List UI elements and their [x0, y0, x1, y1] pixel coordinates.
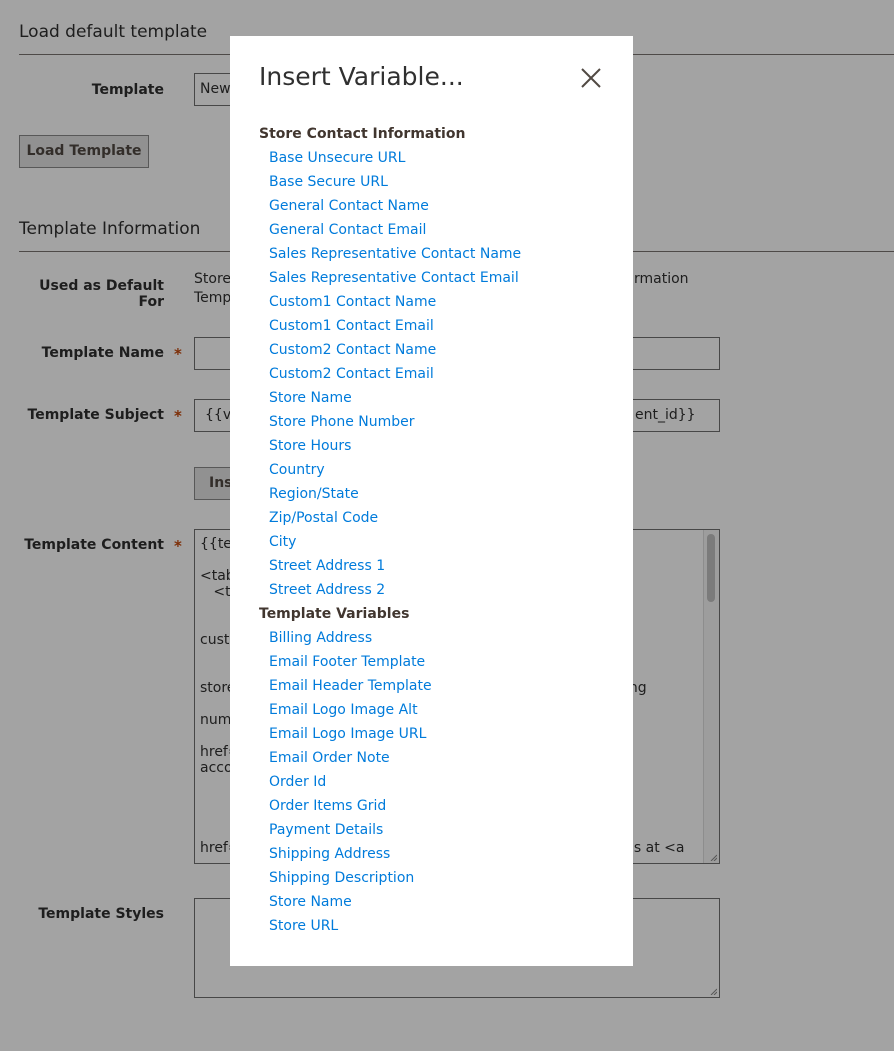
- variable-link[interactable]: Store Name: [269, 390, 352, 406]
- variable-link[interactable]: Shipping Description: [269, 870, 414, 886]
- variable-link[interactable]: Country: [269, 462, 325, 478]
- variable-link[interactable]: Custom2 Contact Name: [269, 342, 436, 358]
- variable-link[interactable]: Street Address 2: [269, 582, 385, 598]
- close-icon[interactable]: [579, 66, 603, 90]
- variable-link[interactable]: Region/State: [269, 486, 359, 502]
- insert-variable-modal: Insert Variable... Store Contact Informa…: [230, 36, 633, 966]
- variable-link[interactable]: General Contact Email: [269, 222, 426, 238]
- variable-link[interactable]: Store Name: [269, 894, 352, 910]
- variable-link[interactable]: Email Logo Image URL: [269, 726, 426, 742]
- variable-link[interactable]: Custom2 Contact Email: [269, 366, 434, 382]
- variable-link[interactable]: Email Footer Template: [269, 654, 425, 670]
- variable-link[interactable]: Store Hours: [269, 438, 351, 454]
- variable-link[interactable]: Base Secure URL: [269, 174, 388, 190]
- variable-link[interactable]: Order Items Grid: [269, 798, 386, 814]
- variable-link[interactable]: General Contact Name: [269, 198, 429, 214]
- variable-link[interactable]: Sales Representative Contact Email: [269, 270, 519, 286]
- variable-link[interactable]: Base Unsecure URL: [269, 150, 405, 166]
- variable-link[interactable]: Store URL: [269, 918, 338, 934]
- variable-link[interactable]: City: [269, 534, 296, 550]
- variable-link[interactable]: Shipping Address: [269, 846, 390, 862]
- variable-link[interactable]: Order Id: [269, 774, 326, 790]
- variable-link[interactable]: Custom1 Contact Email: [269, 318, 434, 334]
- variable-link[interactable]: Street Address 1: [269, 558, 385, 574]
- variable-link[interactable]: Email Order Note: [269, 750, 390, 766]
- variable-link[interactable]: Payment Details: [269, 822, 383, 838]
- variable-link[interactable]: Sales Representative Contact Name: [269, 246, 521, 262]
- variable-link[interactable]: Custom1 Contact Name: [269, 294, 436, 310]
- variable-link[interactable]: Email Logo Image Alt: [269, 702, 418, 718]
- variable-link[interactable]: Email Header Template: [269, 678, 432, 694]
- variable-link[interactable]: Store Phone Number: [269, 414, 415, 430]
- variable-link[interactable]: Zip/Postal Code: [269, 510, 378, 526]
- variable-group-title: Template Variables: [259, 606, 410, 622]
- modal-title: Insert Variable...: [259, 62, 464, 91]
- variable-group-title: Store Contact Information: [259, 126, 466, 142]
- variable-link[interactable]: Billing Address: [269, 630, 372, 646]
